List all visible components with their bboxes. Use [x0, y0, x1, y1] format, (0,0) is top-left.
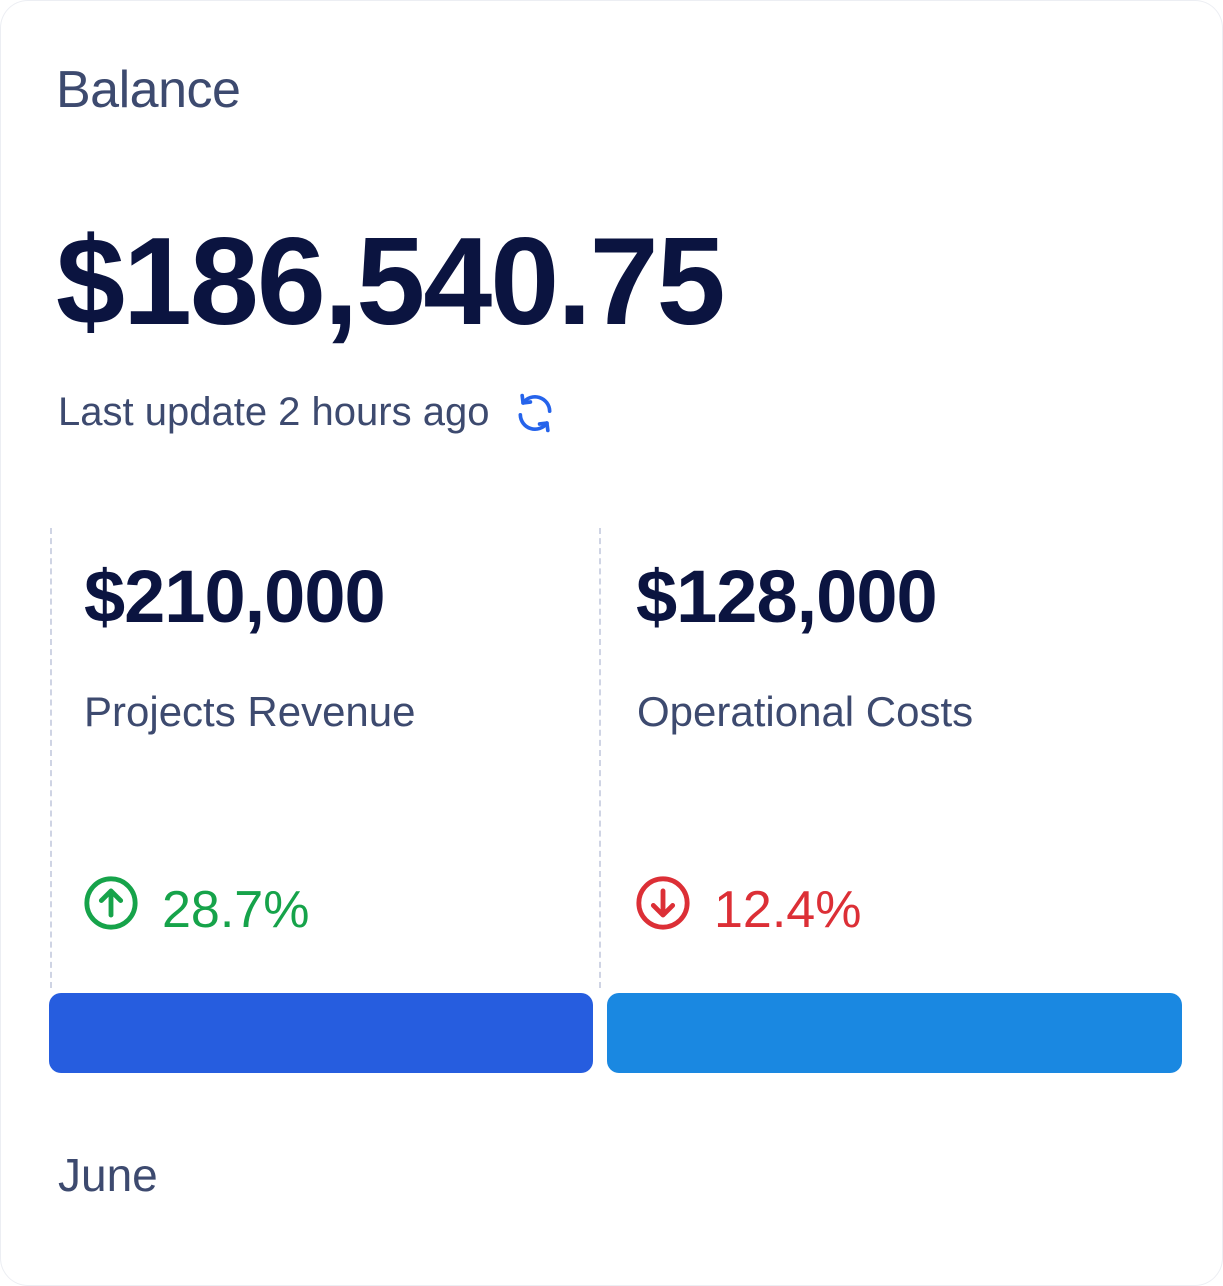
- arrow-up-circle-icon: [82, 874, 140, 945]
- last-update-text: Last update 2 hours ago: [58, 390, 490, 434]
- revenue-change-value: 28.7%: [162, 880, 310, 939]
- card-title: Balance: [56, 61, 241, 119]
- revenue-change: 28.7%: [82, 874, 309, 945]
- balance-card: Balance $186,540.75 Last update 2 hours …: [0, 0, 1223, 1286]
- divider-left: [50, 528, 52, 988]
- last-update-row: Last update 2 hours ago: [58, 390, 557, 435]
- revenue-label: Projects Revenue: [84, 688, 416, 735]
- revenue-value: $210,000: [84, 555, 386, 638]
- costs-change-value: 12.4%: [714, 880, 862, 939]
- balance-amount: $186,540.75: [56, 213, 726, 351]
- revenue-bar[interactable]: [49, 993, 593, 1073]
- arrow-down-circle-icon: [634, 874, 692, 945]
- costs-bar[interactable]: [607, 993, 1182, 1073]
- divider-middle: [599, 528, 601, 988]
- costs-value: $128,000: [636, 555, 938, 638]
- refresh-icon[interactable]: [513, 391, 557, 435]
- costs-change: 12.4%: [634, 874, 861, 945]
- costs-label: Operational Costs: [637, 688, 974, 735]
- month-label: June: [58, 1149, 158, 1201]
